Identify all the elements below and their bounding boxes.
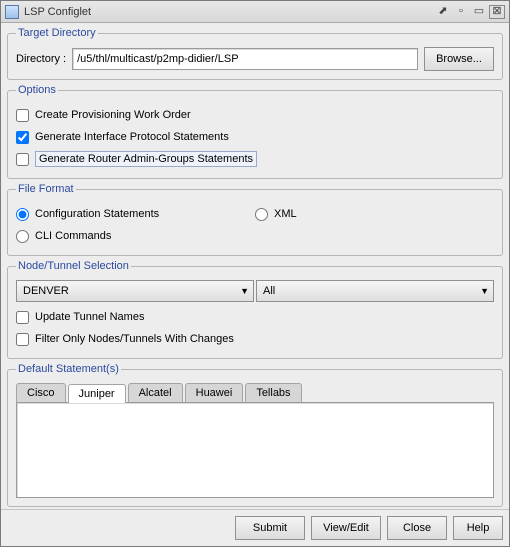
node-tunnel-group: Node/Tunnel Selection DENVER ▼ All ▼ Upd… [7,260,503,359]
chevron-down-icon: ▼ [480,286,489,296]
footer: Submit View/Edit Close Help [1,509,509,546]
config-stmts-radio[interactable] [16,208,29,221]
filter-changes-label: Filter Only Nodes/Tunnels With Changes [35,333,234,345]
close-icon[interactable]: ⊠ [489,5,505,19]
content: Target Directory Directory : Browse... O… [1,23,509,509]
close-button[interactable]: Close [387,516,447,540]
default-statements-legend: Default Statement(s) [16,363,121,375]
xml-radio[interactable] [255,208,268,221]
tab-tellabs[interactable]: Tellabs [245,383,301,402]
node-dropdown[interactable]: DENVER ▼ [16,280,254,302]
options-group: Options Create Provisioning Work Order G… [7,84,503,179]
target-directory-group: Target Directory Directory : Browse... [7,27,503,80]
tab-alcatel[interactable]: Alcatel [128,383,183,402]
options-legend: Options [16,84,58,96]
tab-juniper[interactable]: Juniper [68,384,126,403]
view-edit-button[interactable]: View/Edit [311,516,381,540]
tunnel-dropdown-value: All [263,285,275,297]
browse-button[interactable]: Browse... [424,47,494,71]
chevron-down-icon: ▼ [240,286,249,296]
xml-label: XML [274,208,297,220]
window-title: LSP Configlet [24,6,91,18]
node-dropdown-value: DENVER [23,285,69,297]
tab-cisco[interactable]: Cisco [16,383,66,402]
titlebar: LSP Configlet ⬈ ▫ ▭ ⊠ [1,1,509,23]
directory-label: Directory : [16,53,66,65]
create-provisioning-checkbox[interactable] [16,109,29,122]
gen-interface-checkbox[interactable] [16,131,29,144]
node-tunnel-legend: Node/Tunnel Selection [16,260,131,272]
directory-input[interactable] [72,48,418,70]
gen-router-admin-label: Generate Router Admin-Groups Statements [35,151,257,167]
file-format-legend: File Format [16,183,76,195]
tab-huawei[interactable]: Huawei [185,383,244,402]
help-button[interactable]: Help [453,516,503,540]
create-provisioning-label: Create Provisioning Work Order [35,109,191,121]
window-icon [5,5,19,19]
file-format-group: File Format Configuration Statements XML… [7,183,503,256]
update-tunnel-checkbox[interactable] [16,311,29,324]
filter-changes-checkbox[interactable] [16,333,29,346]
gen-router-admin-checkbox[interactable] [16,153,29,166]
cli-radio[interactable] [16,230,29,243]
default-statements-textarea[interactable] [16,402,494,498]
submit-button[interactable]: Submit [235,516,305,540]
update-tunnel-label: Update Tunnel Names [35,311,144,323]
minimize-icon[interactable]: ▫ [453,5,469,19]
detach-icon[interactable]: ⬈ [435,5,451,19]
vendor-tabs: Cisco Juniper Alcatel Huawei Tellabs [16,383,494,402]
tunnel-dropdown[interactable]: All ▼ [256,280,494,302]
config-stmts-label: Configuration Statements [35,208,159,220]
cli-label: CLI Commands [35,230,111,242]
target-directory-legend: Target Directory [16,27,98,39]
default-statements-group: Default Statement(s) Cisco Juniper Alcat… [7,363,503,507]
maximize-icon[interactable]: ▭ [471,5,487,19]
gen-interface-label: Generate Interface Protocol Statements [35,131,229,143]
window: LSP Configlet ⬈ ▫ ▭ ⊠ Target Directory D… [0,0,510,547]
